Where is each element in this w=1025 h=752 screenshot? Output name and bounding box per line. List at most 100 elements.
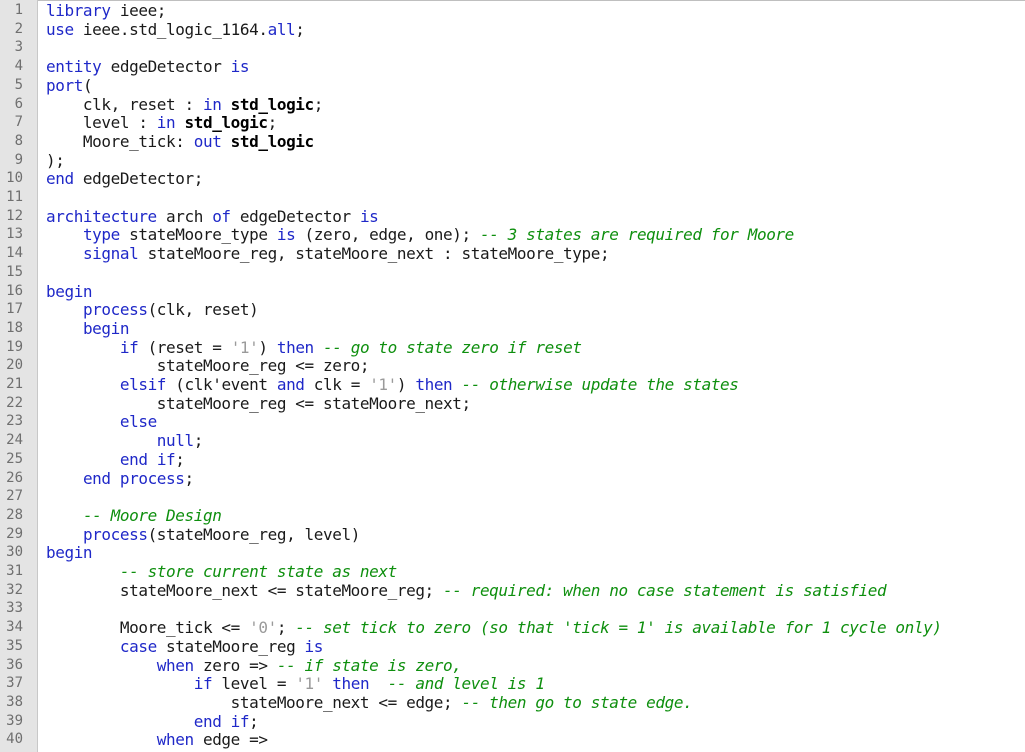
keyword-token: process [82,524,148,544]
code-token: ) [396,375,416,394]
keyword-token: end [193,711,222,731]
code-line[interactable]: 31 -- store current state as next [0,562,1025,581]
keyword-token: process [82,300,148,320]
line-number: 36 [6,656,23,673]
code-line[interactable]: 25 end if; [0,450,1025,469]
code-line[interactable]: 12 architecture arch of edgeDetector is [0,207,1025,226]
code-line[interactable]: 17 process(clk, reset) [0,300,1025,319]
code-line[interactable]: 22 stateMoore_reg <= stateMoore_next; [0,394,1025,413]
code-line[interactable]: 5 port( [0,76,1025,95]
code-token: stateMoore_reg, stateMoore_next : stateM… [138,244,610,264]
keyword-token: begin [46,281,93,301]
code-line[interactable]: 19 if (reset = '1') then -- go to state … [0,338,1025,357]
code-line[interactable]: 29 process(stateMoore_reg, level) [0,525,1025,544]
code-token: stateMoore_reg <= stateMoore_next; [46,393,471,413]
line-number: 12 [6,207,23,224]
code-line[interactable]: 24 null; [0,431,1025,450]
code-line[interactable]: 39 end if; [0,712,1025,731]
line-number: 16 [6,282,23,299]
string-literal-token: '1' [369,375,397,394]
code-token: (clk'event [166,375,277,394]
code-line[interactable]: 28 -- Moore Design [0,506,1025,525]
keyword-token: in [202,94,222,114]
code-token: Moore_tick: [46,131,194,151]
keyword-token: when [156,730,194,750]
code-line[interactable]: 6 clk, reset : in std_logic; [0,95,1025,114]
code-line[interactable]: 35 case stateMoore_reg is [0,637,1025,656]
code-line[interactable]: 7 level : in std_logic; [0,113,1025,132]
code-line[interactable]: 18 begin [0,319,1025,338]
code-line-text: type stateMoore_type is (zero, edge, one… [46,225,794,244]
code-line[interactable]: 14 signal stateMoore_reg, stateMoore_nex… [0,244,1025,263]
code-line[interactable]: 11 [0,188,1025,207]
line-number: 21 [6,376,23,392]
code-line-text: library ieee; [46,1,166,20]
code-token: ; [184,468,195,488]
code-line[interactable]: 26 end process; [0,469,1025,488]
code-line[interactable]: 34 Moore_tick <= '0'; -- set tick to zer… [0,618,1025,637]
code-line-text: ); [46,151,65,170]
line-number: 32 [6,581,23,598]
keyword-token: signal [82,244,139,264]
type-token: std_logic [230,94,315,114]
code-token: clk, reset : [46,94,203,114]
keyword-token: entity [46,57,102,77]
code-line[interactable]: 38 stateMoore_next <= edge; -- then go t… [0,693,1025,712]
code-line[interactable]: 33 [0,599,1025,618]
code-token: ; [295,19,305,39]
code-line[interactable]: 20 stateMoore_reg <= zero; [0,356,1025,375]
keyword-token: begin [82,318,130,338]
code-line[interactable]: 32 stateMoore_next <= stateMoore_reg; --… [0,581,1025,600]
code-line[interactable]: 36 when zero => -- if state is zero, [0,656,1025,675]
code-line[interactable]: 2 use ieee.std_logic_1164.all; [0,20,1025,39]
line-number: 3 [14,39,23,56]
line-number: 20 [6,357,23,374]
comment-token: -- 3 states are required for Moore [479,225,794,245]
code-editor[interactable]: 1 library ieee; 2 use ieee.std_logic_1164.a… [0,0,1025,752]
line-number: 1 [14,2,23,18]
code-line[interactable]: 30 begin [0,543,1025,562]
code-line[interactable]: 1 library ieee; [0,1,1025,20]
code-line[interactable]: 3 [0,38,1025,57]
keyword-token: then [332,674,370,694]
keyword-token: use [46,19,74,39]
code-token: Moore_tick <= [46,618,250,638]
keyword-token: and [276,375,305,394]
code-line[interactable]: 40 when edge => [0,730,1025,749]
code-line[interactable]: 27 [0,487,1025,506]
code-line[interactable]: 8 Moore_tick: out std_logic [0,132,1025,151]
line-number: 22 [6,394,23,411]
code-line[interactable]: 10 end edgeDetector; [0,169,1025,188]
code-token: ; [313,94,324,114]
code-line[interactable]: 13 type stateMoore_type is (zero, edge, … [0,225,1025,244]
keyword-token: out [193,131,222,151]
code-line-text: begin [46,318,130,338]
code-token: zero => [193,655,277,675]
line-number: 27 [6,488,23,505]
line-number: 35 [6,637,23,654]
code-line[interactable]: 9); [0,151,1025,170]
keyword-token: is [359,206,379,226]
keyword-token: is [230,57,250,77]
keyword-token: if [119,337,139,357]
code-line[interactable]: 37 if level = '1' then -- and level is 1 [0,674,1025,693]
line-number: 5 [14,76,23,93]
code-line[interactable]: 23 else [0,412,1025,431]
code-line[interactable]: 15 [0,263,1025,282]
keyword-token: port [46,75,83,95]
code-token: ieee.std_logic_1164. [73,19,268,39]
code-line[interactable]: 16 begin [0,282,1025,301]
code-line[interactable]: 21 elsif (clk'event and clk = '1') then … [0,375,1025,394]
code-line-text: stateMoore_next <= stateMoore_reg; -- re… [46,581,887,600]
code-line[interactable]: 4 entity edgeDetector is [0,57,1025,76]
line-number: 6 [14,95,23,112]
keyword-token: end [119,449,148,469]
